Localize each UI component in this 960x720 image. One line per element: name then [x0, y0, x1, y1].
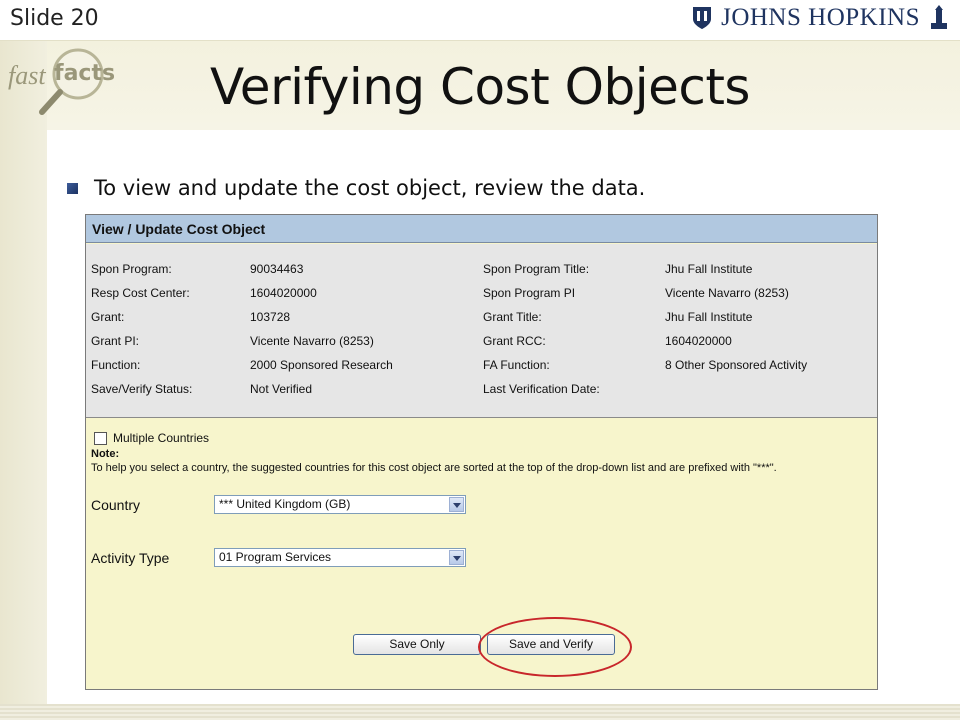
jh-shield-icon	[693, 7, 712, 29]
activity-type-selected-value: 01 Program Services	[219, 550, 332, 564]
info-label: Last Verification Date:	[483, 382, 600, 396]
country-select[interactable]: *** United Kingdom (GB)	[214, 495, 466, 514]
logo-text: JOHNS HOPKINS	[721, 4, 920, 31]
slide-left-strip	[0, 40, 47, 720]
highlight-circle	[478, 617, 632, 677]
slide-title: Verifying Cost Objects	[209, 58, 751, 116]
slide-top-bar: Slide 20 JOHNS HOPKINS	[0, 0, 960, 41]
slide-number: Slide 20	[10, 6, 99, 31]
info-label: Save/Verify Status:	[91, 382, 193, 396]
country-label: Country	[91, 497, 141, 513]
info-label: Function:	[91, 358, 141, 372]
cost-object-panel: View / Update Cost Object Spon Program: …	[85, 214, 878, 690]
info-label: Spon Program PI	[483, 286, 576, 300]
multiple-countries-label: Multiple Countries	[113, 431, 210, 445]
info-row: Spon Program: 90034463 Spon Program Titl…	[86, 262, 877, 282]
info-value: 1604020000	[665, 334, 732, 348]
info-value: 8 Other Sponsored Activity	[665, 358, 808, 372]
panel-header: View / Update Cost Object	[86, 215, 877, 243]
jh-tower-icon	[931, 5, 947, 29]
chevron-down-icon[interactable]	[449, 497, 464, 512]
note-text: To help you select a country, the sugges…	[91, 462, 777, 474]
bullet-text: To view and update the cost object, revi…	[94, 176, 646, 200]
info-label: Grant:	[91, 310, 125, 324]
info-value: Not Verified	[250, 382, 313, 396]
info-row: Resp Cost Center: 1604020000 Spon Progra…	[86, 286, 877, 306]
chevron-down-icon[interactable]	[449, 550, 464, 565]
country-selected-value: *** United Kingdom (GB)	[219, 497, 351, 511]
info-row: Function: 2000 Sponsored Research FA Fun…	[86, 358, 877, 378]
info-label: Grant RCC:	[483, 334, 546, 348]
info-label: FA Function:	[483, 358, 550, 372]
info-value: Vicente Navarro (8253)	[250, 334, 374, 348]
multiple-countries-toggle[interactable]: Multiple Countries	[94, 431, 209, 445]
slide-bottom-strip	[0, 704, 960, 720]
info-label: Grant PI:	[91, 334, 140, 348]
activity-type-label: Activity Type	[91, 550, 170, 566]
info-value: 2000 Sponsored Research	[250, 358, 393, 372]
info-row: Save/Verify Status: Not Verified Last Ve…	[86, 382, 877, 402]
info-label: Spon Program:	[91, 262, 172, 276]
johns-hopkins-logo: JOHNS HOPKINS	[691, 4, 950, 32]
info-row: Grant PI: Vicente Navarro (8253) Grant R…	[86, 334, 877, 354]
multiple-countries-checkbox[interactable]	[94, 431, 107, 445]
info-value: 103728	[250, 310, 291, 324]
info-value: Vicente Navarro (8253)	[665, 286, 789, 300]
info-value: 1604020000	[250, 286, 317, 300]
save-only-button[interactable]: Save Only	[353, 634, 481, 655]
info-value: Jhu Fall Institute	[665, 262, 753, 276]
info-value: Jhu Fall Institute	[665, 310, 753, 324]
info-label: Spon Program Title:	[483, 262, 590, 276]
note-label: Note:	[91, 448, 120, 460]
info-label: Resp Cost Center:	[91, 286, 190, 300]
info-label: Grant Title:	[483, 310, 542, 324]
info-value: 90034463	[250, 262, 304, 276]
bullet-marker	[67, 183, 78, 194]
info-row: Grant: 103728 Grant Title: Jhu Fall Inst…	[86, 310, 877, 330]
cost-object-info: Spon Program: 90034463 Spon Program Titl…	[86, 244, 877, 418]
activity-type-select[interactable]: 01 Program Services	[214, 548, 466, 567]
